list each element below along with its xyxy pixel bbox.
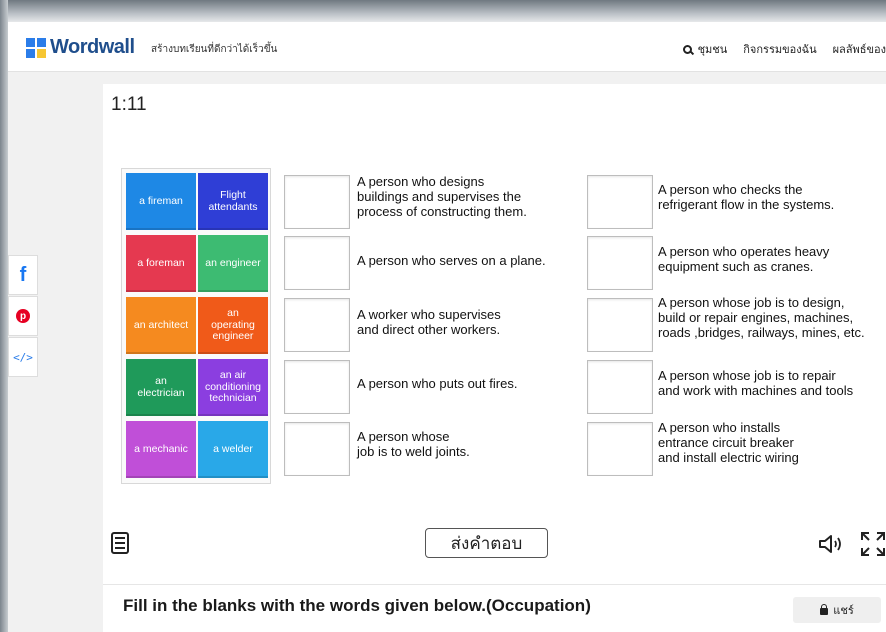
fullscreen-icon[interactable] [860,531,886,557]
window-frame-left [0,0,8,632]
share-button[interactable]: แชร์ [793,597,881,623]
word-bank: a fireman Flight attendants a foreman an… [121,168,271,484]
clue-text: A person whose job is to repair and work… [658,368,854,398]
clue-text: A person who operates heavy equipment su… [658,244,830,274]
clue-text: A worker who supervises and direct other… [357,307,501,337]
social-share-bar: f p </> [8,255,38,378]
wordwall-logo[interactable]: Wordwall [26,36,135,59]
submit-answers-button[interactable]: ส่งคำตอบ [425,528,548,558]
tagline: สร้างบทเรียนที่ดีกว่าได้เร็วขึ้น [151,44,278,55]
sound-icon[interactable] [817,533,845,555]
word-tile[interactable]: an electrician [126,359,196,416]
drop-zone[interactable] [284,175,350,229]
embed-button[interactable]: </> [8,337,38,377]
drop-zone[interactable] [587,298,653,352]
top-nav: ชุมชน กิจกรรมของฉัน ผลลัพธ์ของ [667,40,886,58]
lock-icon [820,603,829,615]
word-tile[interactable]: an engineer [198,235,268,292]
drop-zone[interactable] [284,298,350,352]
menu-icon [115,537,125,539]
search-icon [682,45,692,54]
top-bar: Wordwall สร้างบทเรียนที่ดีกว่าได้เร็วขึ้… [8,22,886,72]
share-label: แชร์ [833,605,854,617]
clue-text: A person whose job is to weld joints. [357,429,470,459]
nav-my-activities[interactable]: กิจกรรมของฉัน [743,40,816,58]
drop-zone[interactable] [284,422,350,476]
word-tile[interactable]: a mechanic [126,421,196,478]
drop-zone[interactable] [284,236,350,290]
clue-text: A person who puts out fires. [357,376,518,391]
word-tile[interactable]: a foreman [126,235,196,292]
page: Wordwall สร้างบทเรียนที่ดีกว่าได้เร็วขึ้… [0,0,886,632]
wordwall-logo-icon [26,37,46,58]
clue-text: A person whose job is to design, build o… [658,295,865,340]
nav-community[interactable]: ชุมชน [682,40,727,58]
word-tile[interactable]: a welder [198,421,268,478]
word-tile[interactable]: Flight attendants [198,173,268,230]
pinterest-icon: p [16,309,30,323]
facebook-icon: f [19,263,27,286]
activity-info-bar: Fill in the blanks with the words given … [103,584,886,632]
drop-zone[interactable] [587,236,653,290]
embed-icon: </> [13,350,33,364]
word-tile[interactable]: an architect [126,297,196,354]
clue-text: A person who serves on a plane. [357,253,546,268]
logo-text: Wordwall [50,36,135,58]
nav-results[interactable]: ผลลัพธ์ของ [833,40,886,58]
window-frame [0,0,886,22]
clue-text: A person who installs entrance circuit b… [658,420,799,465]
drop-zone[interactable] [284,360,350,414]
clue-text: A person who checks the refrigerant flow… [658,182,835,212]
pinterest-share-button[interactable]: p [8,296,38,336]
word-tile[interactable]: an operating engineer [198,297,268,354]
menu-button[interactable] [111,532,129,554]
drop-zone[interactable] [587,422,653,476]
drop-zone[interactable] [587,360,653,414]
word-tile[interactable]: an air conditioning technician [198,359,268,416]
activity-area: 1:11 a fireman Flight attendants a forem… [103,84,886,584]
facebook-share-button[interactable]: f [8,255,38,295]
timer: 1:11 [111,94,147,115]
word-tile[interactable]: a fireman [126,173,196,230]
activity-title: Fill in the blanks with the words given … [123,596,591,615]
clue-text: A person who designs buildings and super… [357,174,527,219]
drop-zone[interactable] [587,175,653,229]
